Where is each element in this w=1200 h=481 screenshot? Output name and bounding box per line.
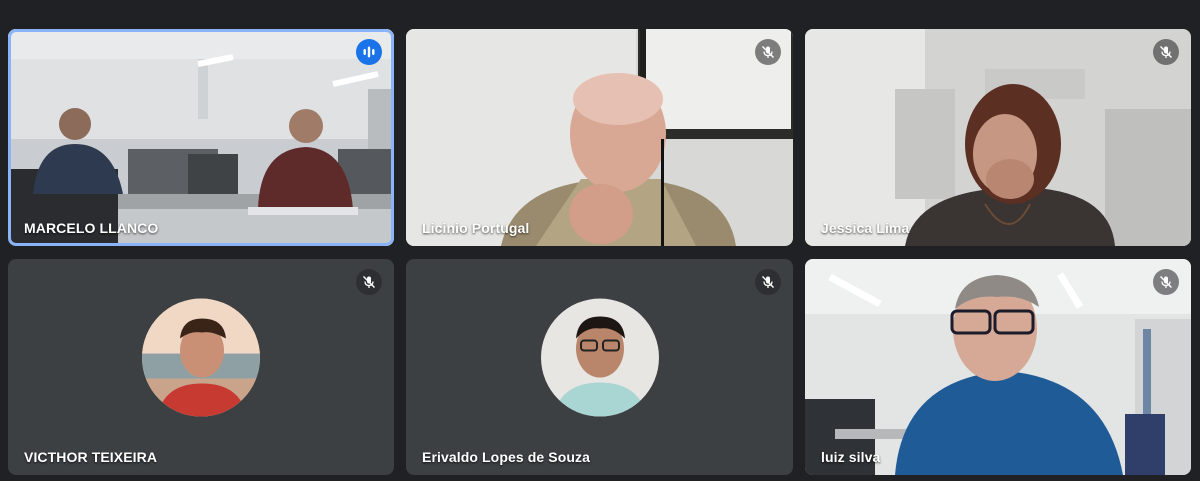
mic-off-icon: [755, 269, 781, 295]
participant-name: VICTHOR TEIXEIRA: [24, 449, 158, 465]
participant-tile-luiz-silva[interactable]: luiz silva: [805, 259, 1191, 475]
participant-tile-victhor-teixeira[interactable]: VICTHOR TEIXEIRA: [8, 259, 394, 475]
mic-off-icon: [1153, 39, 1179, 65]
participant-video: [8, 29, 394, 246]
participant-name: Licinio Portugal: [422, 220, 530, 236]
participant-name: Erivaldo Lopes de Souza: [422, 449, 591, 465]
participant-video: [406, 29, 793, 246]
avatar: [540, 298, 659, 417]
mic-off-icon: [356, 269, 382, 295]
participant-video: [805, 29, 1191, 246]
participant-tile-marcelo-llanco[interactable]: MARCELO LLANCO: [8, 29, 394, 246]
avatar: [142, 298, 260, 417]
participant-name: luiz silva: [821, 449, 881, 465]
participant-name: Jessica Lima: [821, 220, 910, 236]
participant-tile-erivaldo-lopes-de-souza[interactable]: Erivaldo Lopes de Souza: [406, 259, 793, 475]
participant-tile-jessica-lima[interactable]: Jessica Lima: [805, 29, 1191, 246]
voice-activity-icon: [356, 39, 382, 65]
participant-video: [805, 259, 1191, 475]
mic-off-icon: [1153, 269, 1179, 295]
participant-name: MARCELO LLANCO: [24, 220, 159, 236]
mic-off-icon: [755, 39, 781, 65]
participant-tile-licinio-portugal[interactable]: Licinio Portugal: [406, 29, 793, 246]
